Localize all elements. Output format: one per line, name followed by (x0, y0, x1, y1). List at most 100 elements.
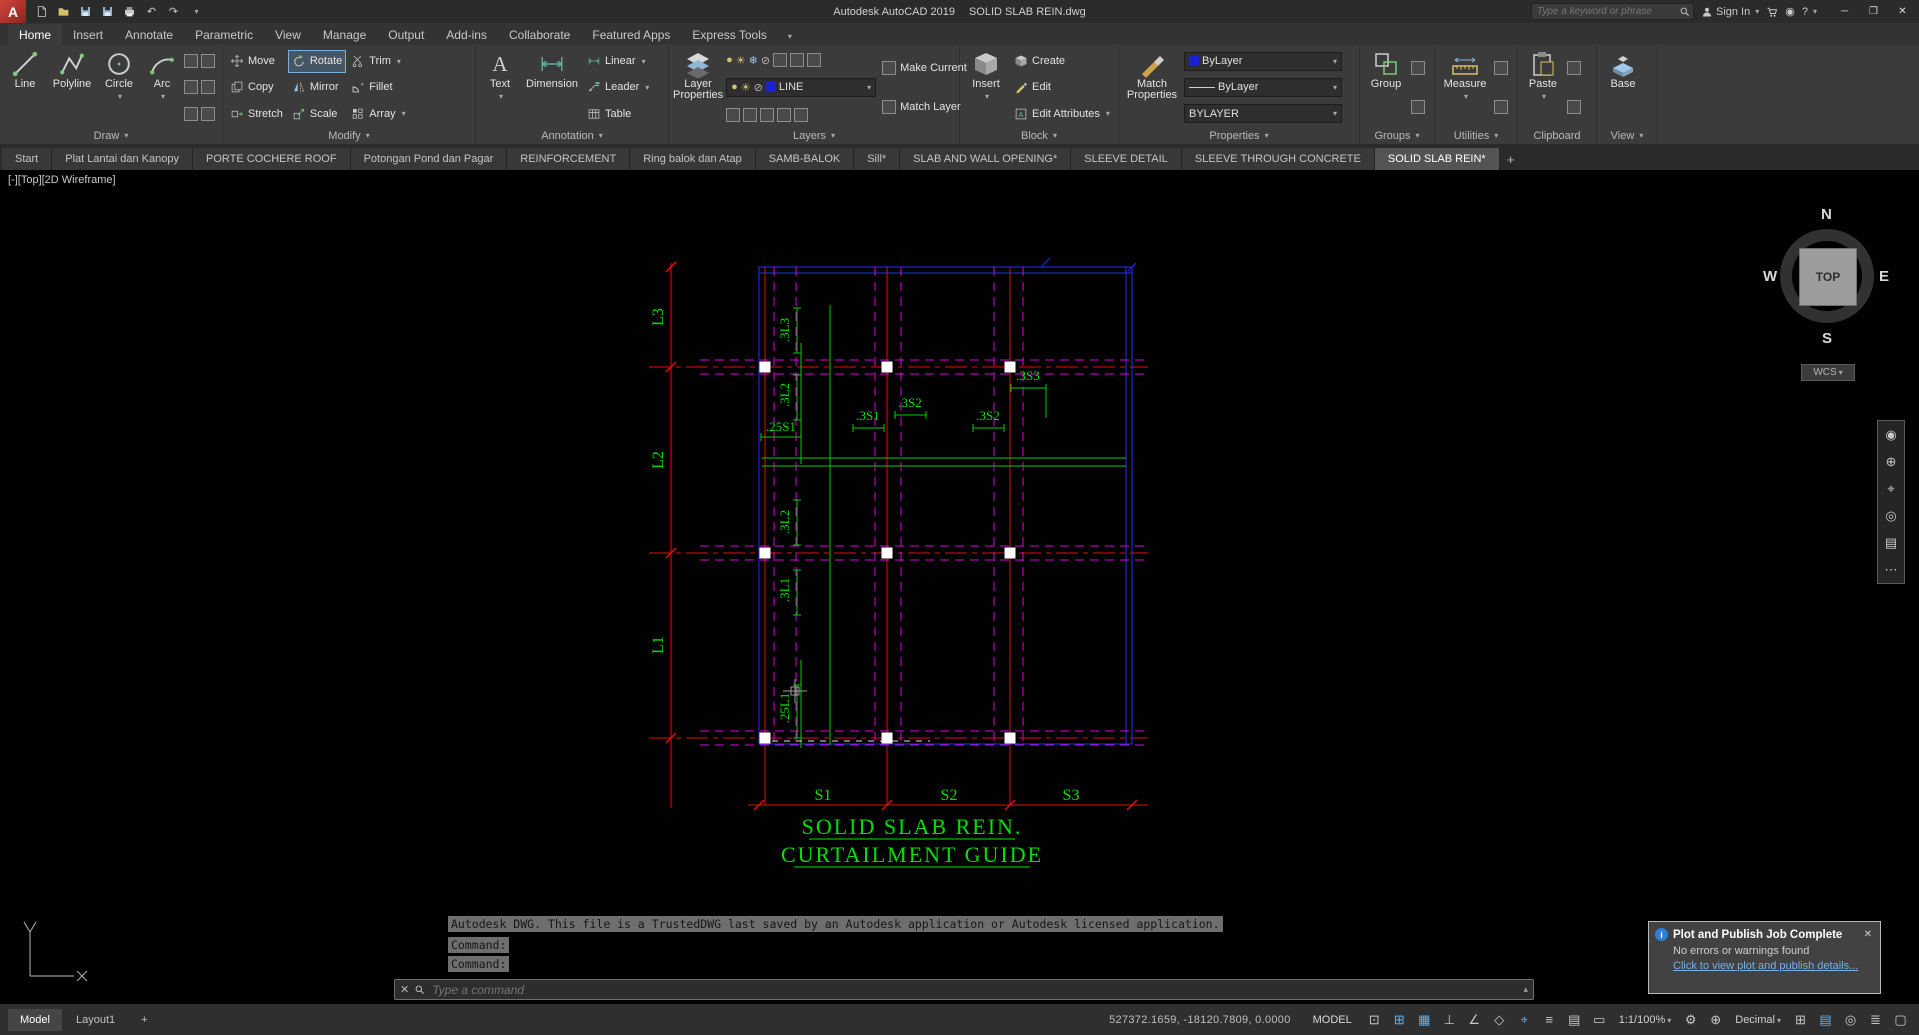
layer-isolate-icon[interactable]: ☀ (736, 54, 746, 67)
annotation-panel-label[interactable]: Annotation (476, 127, 668, 144)
graphics-performance-icon[interactable]: ≣ (1865, 1009, 1886, 1030)
move-button[interactable]: Move (227, 51, 286, 72)
wcs-dropdown[interactable]: WCS (1801, 364, 1855, 381)
tab-parametric[interactable]: Parametric (184, 24, 264, 45)
cut-icon[interactable] (1567, 60, 1581, 75)
sign-in-button[interactable]: Sign In (1701, 6, 1759, 18)
help-icon[interactable]: ? (1802, 6, 1817, 18)
file-tab[interactable]: REINFORCEMENT (507, 148, 631, 170)
tab-addins[interactable]: Add-ins (435, 24, 498, 45)
orbit-icon[interactable]: ◎ (1879, 502, 1903, 529)
object-color-dropdown[interactable]: ByLayer (1184, 51, 1342, 71)
save-as-icon[interactable] (97, 2, 118, 21)
file-tab-start[interactable]: Start (2, 148, 53, 170)
file-tab[interactable]: Sill* (854, 148, 901, 170)
reinforcement-bands[interactable] (700, 267, 1148, 746)
close-button[interactable]: ✕ (1888, 0, 1917, 23)
layer-previous-icon[interactable] (790, 53, 805, 68)
viewcube-north[interactable]: N (1821, 206, 1832, 223)
quick-select-icon[interactable] (1494, 60, 1508, 75)
table-button[interactable]: Table (584, 103, 652, 124)
stretch-button[interactable]: Stretch (227, 103, 286, 124)
text-button[interactable]: Text (480, 48, 520, 127)
viewcube-top-face[interactable]: TOP (1799, 248, 1857, 306)
polyline-button[interactable]: Polyline (49, 48, 95, 127)
isodraft-icon[interactable]: ◇ (1489, 1009, 1510, 1030)
workspace-switching-icon[interactable]: ⚙ (1680, 1009, 1701, 1030)
grid-display-icon[interactable]: ▦ (1414, 1009, 1435, 1030)
spline-icon[interactable] (184, 106, 198, 121)
file-tab-active[interactable]: SOLID SLAB REIN* (1374, 148, 1500, 170)
tab-view[interactable]: View (264, 24, 312, 45)
layer-lock-icon[interactable]: ⊘ (761, 54, 770, 67)
viewcube-west[interactable]: W (1763, 268, 1777, 285)
minimize-button[interactable]: ─ (1830, 0, 1859, 23)
search-icon[interactable] (1679, 6, 1690, 17)
gradient-icon[interactable] (201, 80, 215, 95)
selection-cycling-icon[interactable]: ▭ (1589, 1009, 1610, 1030)
units-button[interactable]: Decimal (1730, 1014, 1786, 1026)
layer-dropdown[interactable]: ● ☀ ⊘ LINE (726, 77, 877, 97)
model-space-canvas[interactable]: [-][Top][2D Wireframe] L3 L2 L1 S1 S2 S3… (0, 170, 1919, 1004)
group-edit-icon[interactable] (1411, 100, 1425, 115)
base-button[interactable]: Base (1601, 48, 1645, 127)
file-tab[interactable]: SAMB-BALOK (755, 148, 855, 170)
rebar-lines[interactable] (760, 305, 1126, 748)
viewport-controls[interactable]: [-][Top][2D Wireframe] (8, 174, 116, 186)
arc-button[interactable]: Arc (143, 48, 181, 127)
pan-icon[interactable]: ⊕ (1879, 448, 1903, 475)
tab-insert[interactable]: Insert (62, 24, 114, 45)
measure-button[interactable]: Measure (1439, 48, 1491, 127)
tab-express-tools[interactable]: Express Tools (681, 24, 777, 45)
tab-manage[interactable]: Manage (312, 24, 377, 45)
save-icon[interactable] (75, 2, 96, 21)
utilities-panel-label[interactable]: Utilities (1435, 127, 1517, 144)
edit-block-button[interactable]: Edit (1011, 77, 1113, 98)
mirror-button[interactable]: Mirror (289, 77, 345, 98)
command-line[interactable]: ✕ ▴ (394, 979, 1534, 1000)
slab-boundary[interactable] (758, 257, 1137, 745)
layer-merge-icon[interactable] (777, 107, 792, 122)
grid-lines[interactable] (649, 263, 1148, 808)
layer-delete-icon[interactable] (794, 107, 809, 122)
ortho-mode-icon[interactable]: ⊥ (1439, 1009, 1460, 1030)
layer-walk-icon[interactable] (807, 53, 822, 68)
navbar-more-icon[interactable]: ⋯ (1879, 556, 1903, 583)
help-search-box[interactable] (1530, 3, 1694, 20)
object-snap-icon[interactable]: ⌖ (1514, 1009, 1535, 1030)
properties-panel-label[interactable]: Properties (1119, 127, 1359, 144)
command-input[interactable] (430, 981, 1519, 998)
maximize-button[interactable]: ❐ (1859, 0, 1888, 23)
redo-icon[interactable]: ↷ (163, 2, 184, 21)
edit-attributes-button[interactable]: Edit Attributes (1011, 103, 1113, 124)
search-input[interactable] (1534, 5, 1679, 18)
annotation-scale-button[interactable]: 1:1/100% (1614, 1014, 1677, 1026)
infer-constraints-icon[interactable]: ⊡ (1364, 1009, 1385, 1030)
toast-details-link[interactable]: Click to view plot and publish details..… (1649, 957, 1880, 972)
command-customize-icon[interactable] (414, 984, 425, 995)
copy-button[interactable]: Copy (227, 77, 286, 98)
snap-mode-icon[interactable]: ⊞ (1389, 1009, 1410, 1030)
annotation-monitor-icon[interactable]: ⊕ (1705, 1009, 1726, 1030)
toast-close-icon[interactable]: ✕ (1862, 929, 1874, 940)
layer-properties-button[interactable]: Layer Properties (673, 48, 723, 127)
insert-button[interactable]: Insert (964, 48, 1008, 127)
file-tab[interactable]: SLAB AND WALL OPENING* (900, 148, 1072, 170)
array-button[interactable]: Array (348, 103, 408, 124)
lineweight-display-icon[interactable]: ≡ (1539, 1009, 1560, 1030)
layers-panel-label[interactable]: Layers (669, 127, 959, 144)
drawing-title[interactable]: SOLID SLAB REIN. CURTAILMENT GUIDE (781, 814, 1043, 868)
zoom-icon[interactable]: ⌖ (1879, 475, 1903, 502)
new-layout-button[interactable]: + (129, 1009, 159, 1031)
file-tab[interactable]: Plat Lantai dan Kanopy (52, 148, 193, 170)
plot-status-icon[interactable]: ▤ (1815, 1009, 1836, 1030)
scale-button[interactable]: Scale (289, 103, 345, 124)
group-button[interactable]: Group (1364, 48, 1408, 127)
layout1-tab[interactable]: Layout1 (64, 1009, 127, 1031)
ungroup-icon[interactable] (1411, 60, 1425, 75)
full-navigation-wheel-icon[interactable]: ◉ (1879, 421, 1903, 448)
match-properties-button[interactable]: Match Properties (1123, 48, 1181, 127)
tab-annotate[interactable]: Annotate (114, 24, 184, 45)
command-history-toggle-icon[interactable]: ▴ (1523, 984, 1528, 995)
layer-off-icon[interactable]: ● (726, 54, 733, 66)
